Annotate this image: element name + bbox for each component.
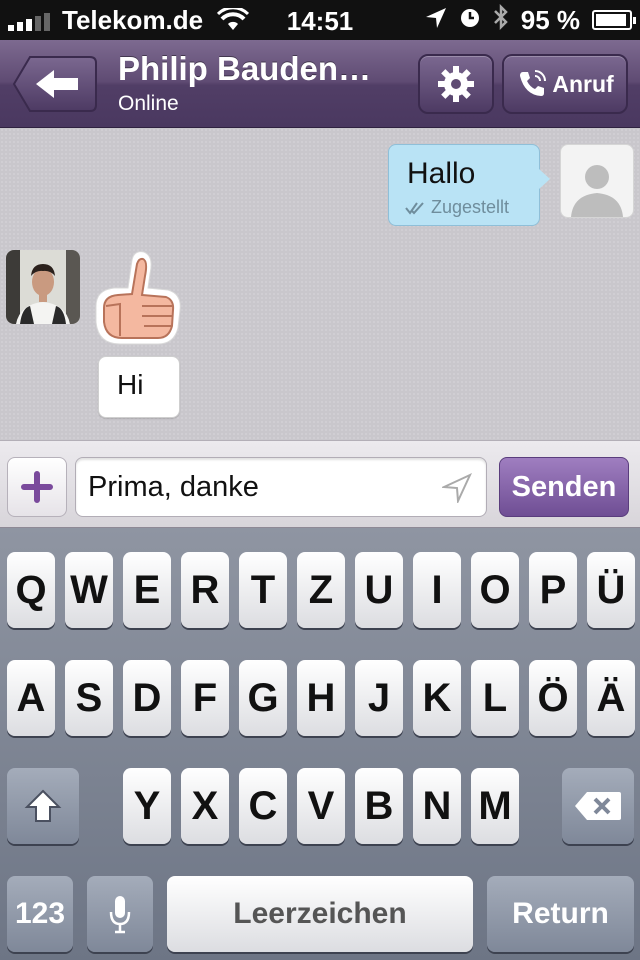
key-ue[interactable]: Ü <box>587 552 635 628</box>
key-x[interactable]: X <box>181 768 229 844</box>
outgoing-message[interactable]: Hallo Zugestellt <box>388 144 550 226</box>
key-i[interactable]: I <box>413 552 461 628</box>
alarm-clock-icon <box>459 5 481 36</box>
contact-status: Online <box>118 92 179 115</box>
key-q[interactable]: Q <box>7 552 55 628</box>
key-g[interactable]: G <box>239 660 287 736</box>
key-w[interactable]: W <box>65 552 113 628</box>
send-button[interactable]: Senden <box>499 457 629 517</box>
chat-header: Philip Bauden… Online Anruf <box>0 40 640 128</box>
message-text: Hallo <box>407 157 476 190</box>
key-ae[interactable]: Ä <box>587 660 635 736</box>
microphone-icon <box>109 896 131 934</box>
contact-avatar[interactable] <box>6 250 80 324</box>
key-s[interactable]: S <box>65 660 113 736</box>
phone-icon <box>520 70 547 96</box>
double-check-icon <box>405 201 424 215</box>
back-arrow-icon <box>12 56 97 112</box>
message-input[interactable] <box>75 457 487 517</box>
key-t[interactable]: T <box>239 552 287 628</box>
key-z[interactable]: Z <box>297 552 345 628</box>
key-o[interactable]: O <box>471 552 519 628</box>
call-button[interactable]: Anruf <box>502 54 628 114</box>
key-h[interactable]: H <box>297 660 345 736</box>
key-c[interactable]: C <box>239 768 287 844</box>
key-m[interactable]: M <box>471 768 519 844</box>
key-oe[interactable]: Ö <box>529 660 577 736</box>
key-l[interactable]: L <box>471 660 519 736</box>
key-e[interactable]: E <box>123 552 171 628</box>
default-person-icon <box>571 165 623 217</box>
shift-arrow-icon <box>24 789 62 822</box>
delivery-status: Zugestellt <box>405 197 509 218</box>
numbers-key[interactable]: 123 <box>7 876 73 952</box>
backspace-icon <box>575 792 621 820</box>
location-share-icon[interactable] <box>440 472 473 508</box>
key-a[interactable]: A <box>7 660 55 736</box>
key-d[interactable]: D <box>123 660 171 736</box>
message-text: Hi <box>117 369 144 400</box>
key-n[interactable]: N <box>413 768 461 844</box>
thumbs-up-icon <box>95 251 181 345</box>
return-key[interactable]: Return <box>487 876 634 952</box>
space-key[interactable]: Leerzeichen <box>167 876 473 952</box>
bluetooth-icon <box>493 3 509 37</box>
battery-percent: 95 % <box>520 4 580 35</box>
key-v[interactable]: V <box>297 768 345 844</box>
gear-icon <box>438 66 474 102</box>
key-y[interactable]: Y <box>123 768 171 844</box>
attach-button[interactable] <box>7 457 67 517</box>
chat-area[interactable]: Hallo Zugestellt Hi <box>0 128 640 440</box>
location-arrow-icon <box>425 5 447 36</box>
message-composer: Senden <box>0 440 640 528</box>
contact-name[interactable]: Philip Bauden… <box>118 50 403 88</box>
thumbs-up-sticker[interactable] <box>92 248 186 348</box>
backspace-key[interactable] <box>562 768 634 844</box>
back-button[interactable] <box>12 55 98 113</box>
dictation-key[interactable] <box>87 876 153 952</box>
key-j[interactable]: J <box>355 660 403 736</box>
contact-photo <box>6 250 80 324</box>
key-r[interactable]: R <box>181 552 229 628</box>
key-f[interactable]: F <box>181 660 229 736</box>
my-avatar[interactable] <box>560 144 634 218</box>
key-p[interactable]: P <box>529 552 577 628</box>
shift-key[interactable] <box>7 768 79 844</box>
status-bar: Telekom.de 14:51 95 % <box>0 0 640 40</box>
settings-button[interactable] <box>418 54 494 114</box>
key-b[interactable]: B <box>355 768 403 844</box>
battery-icon <box>592 10 636 30</box>
call-label: Anruf <box>552 70 614 97</box>
incoming-message[interactable]: Hi <box>98 356 180 418</box>
keyboard: Q W E R T Z U I O P Ü A S D F G H J K L … <box>0 528 640 960</box>
key-u[interactable]: U <box>355 552 403 628</box>
key-k[interactable]: K <box>413 660 461 736</box>
delivery-status-label: Zugestellt <box>431 197 510 217</box>
plus-icon <box>21 471 53 503</box>
